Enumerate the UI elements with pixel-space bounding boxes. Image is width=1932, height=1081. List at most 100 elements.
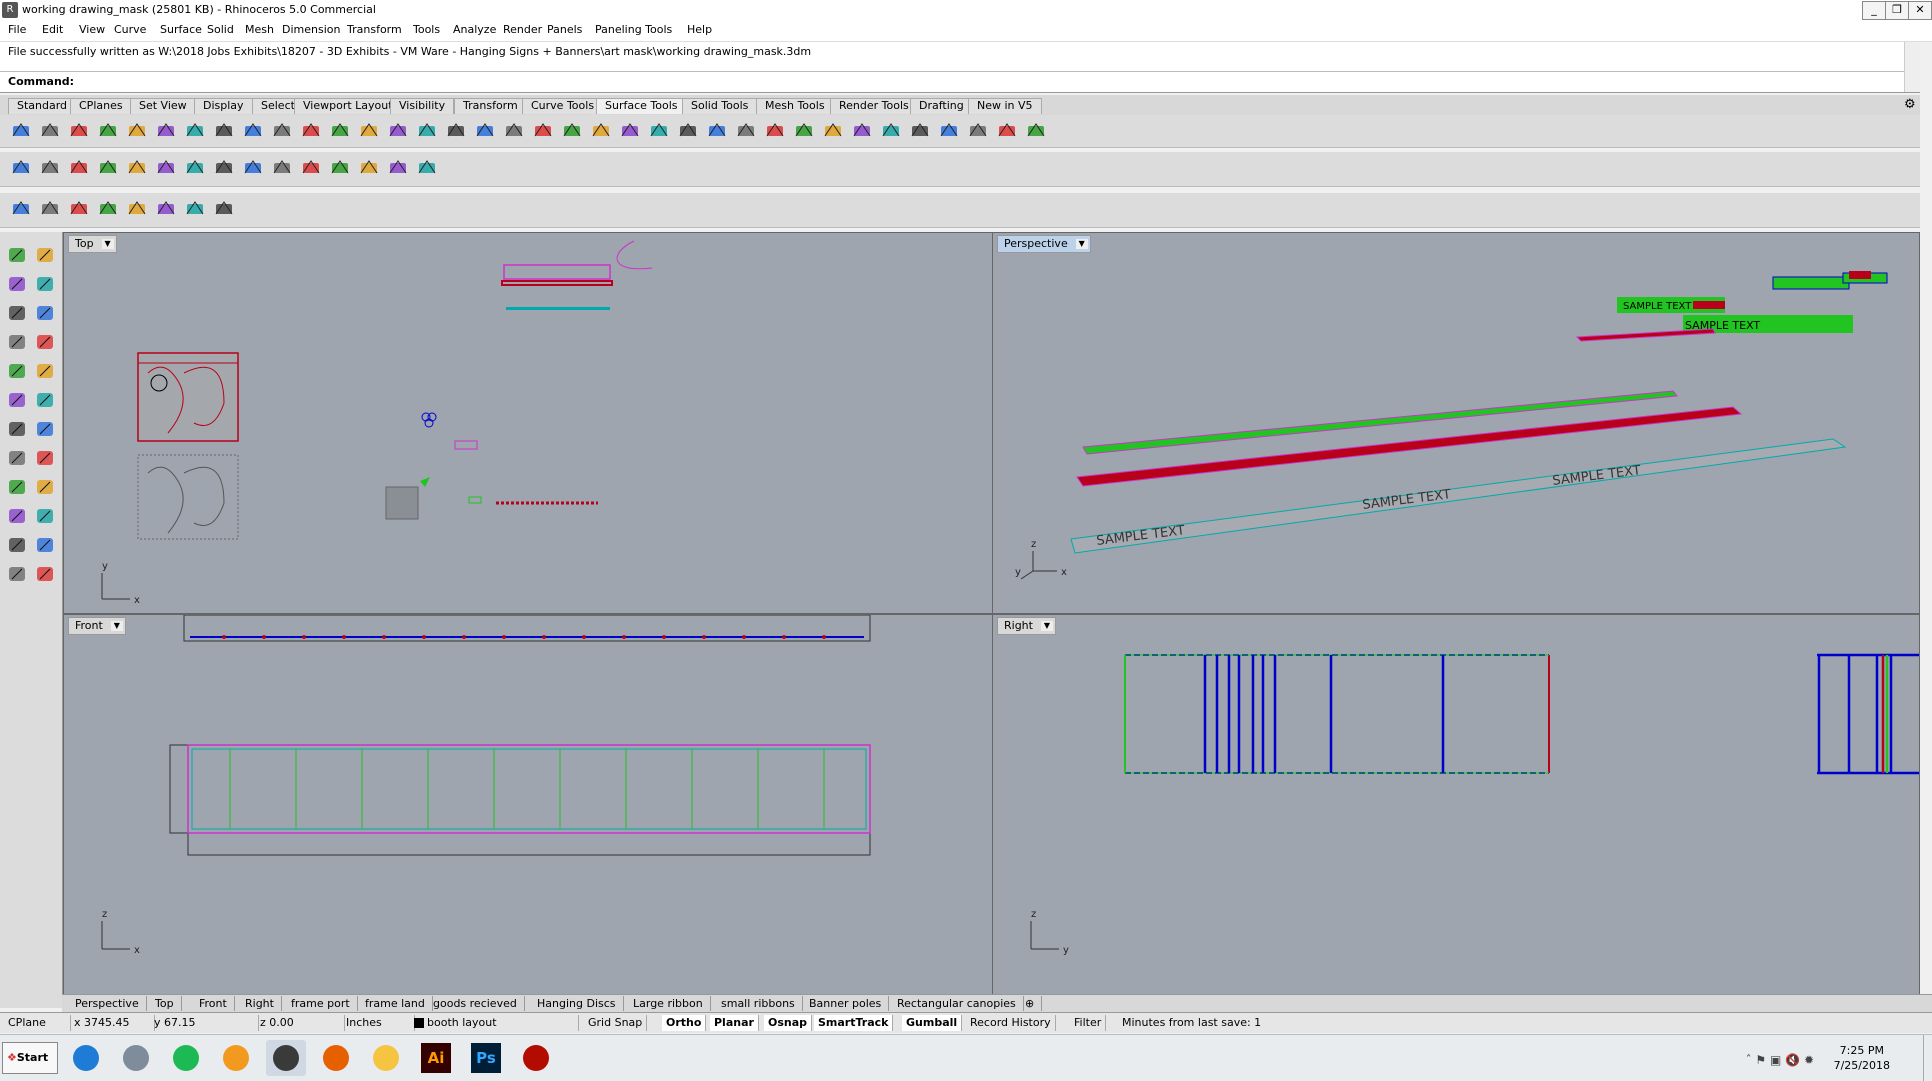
viewport-tab-top[interactable]: Top [148,996,182,1011]
surface-icon[interactable] [10,198,32,220]
toggle-grid-snap[interactable]: Grid Snap [584,1015,648,1031]
cylinder-icon[interactable] [6,447,28,469]
join-icon[interactable] [358,157,380,179]
patch-icon[interactable] [155,157,177,179]
split-icon[interactable] [329,120,351,142]
viewport-front[interactable]: Front ▼ z x [63,614,993,996]
viewport-tab-front[interactable]: Front [192,996,235,1011]
viewport-tab-rectangular-canopies[interactable]: Rectangular canopies [890,996,1024,1011]
settings-gear-icon[interactable]: ⚙ [1904,97,1916,112]
rectangle-icon[interactable] [6,360,28,382]
surface-icon[interactable] [590,120,612,142]
tab-viewport-layout[interactable]: Viewport Layout [294,98,402,114]
sweep-icon[interactable] [68,157,90,179]
arc-icon[interactable] [34,302,56,324]
tab-transform[interactable]: Transform [454,98,527,114]
viewport-perspective[interactable]: Perspective ▼ SAMPLE TEXT SAMPLE TEXT SA… [992,232,1920,614]
blend-icon[interactable] [213,120,235,142]
fillet-icon[interactable] [34,476,56,498]
menu-mesh[interactable]: Mesh [245,23,274,36]
network-icon[interactable] [184,198,206,220]
minimize-button[interactable]: _ [1862,1,1886,20]
toggle-planar[interactable]: Planar [710,1015,759,1031]
spotify-icon[interactable] [166,1040,206,1076]
match-icon[interactable] [445,120,467,142]
sweep-icon[interactable] [68,198,90,220]
sweep-icon[interactable] [648,120,670,142]
tab-surface-tools[interactable]: Surface Tools [596,98,687,114]
render-icon[interactable] [34,563,56,585]
array-icon[interactable] [6,563,28,585]
tab-display[interactable]: Display [194,98,253,114]
network-icon[interactable] [184,120,206,142]
cplane-indicator[interactable]: CPlane [4,1015,71,1031]
menu-edit[interactable]: Edit [42,23,63,36]
tab-curve-tools[interactable]: Curve Tools [522,98,604,114]
toggle-ortho[interactable]: Ortho [662,1015,707,1031]
menu-render[interactable]: Render [503,23,542,36]
rebuild-icon[interactable] [996,120,1018,142]
match-icon[interactable] [1025,120,1047,142]
split-icon[interactable] [329,157,351,179]
menu-tools[interactable]: Tools [413,23,440,36]
revolve-icon[interactable] [97,198,119,220]
cone-icon[interactable] [34,447,56,469]
explode-icon[interactable] [387,157,409,179]
viewport-tab-frame-land[interactable]: frame land [358,996,433,1011]
box-icon[interactable] [6,418,28,440]
toggle-record-history[interactable]: Record History [966,1015,1056,1031]
offset-icon[interactable] [822,120,844,142]
loft-icon[interactable] [39,120,61,142]
boolean-icon[interactable] [6,476,28,498]
line-icon[interactable] [6,273,28,295]
calculator-icon[interactable] [116,1040,156,1076]
file-explorer-icon[interactable] [366,1040,406,1076]
edge-icon[interactable] [532,120,554,142]
patch-icon[interactable] [735,120,757,142]
viewport-tab-frame-port[interactable]: frame port [284,996,358,1011]
chevron-up-icon[interactable]: ˆ [1746,1053,1752,1067]
extrude-icon[interactable] [126,157,148,179]
revolve-icon[interactable] [677,120,699,142]
viewport-tab-add[interactable]: ⊕ [1018,996,1043,1011]
rhino-app-icon[interactable]: R [2,2,18,18]
join-icon[interactable] [938,120,960,142]
fillet-icon[interactable] [271,120,293,142]
polygon-icon[interactable] [34,360,56,382]
menu-transform[interactable]: Transform [347,23,402,36]
acrobat-icon[interactable] [516,1040,556,1076]
menu-paneling-tools[interactable]: Paneling Tools [595,23,672,36]
offset-icon[interactable] [242,157,264,179]
split-icon[interactable] [909,120,931,142]
analyze-icon[interactable] [561,120,583,142]
toggle-gumball[interactable]: Gumball [902,1015,963,1031]
close-button[interactable]: ✕ [1908,1,1932,20]
viewport-tab-hanging-discs[interactable]: Hanging Discs [530,996,624,1011]
volume-muted-icon[interactable]: 🔇 [1785,1053,1800,1067]
outlook-icon[interactable] [216,1040,256,1076]
shrink-icon[interactable] [503,120,525,142]
tab-set-view[interactable]: Set View [130,98,196,114]
trim-icon[interactable] [300,157,322,179]
tab-solid-tools[interactable]: Solid Tools [682,98,758,114]
tab-cplanes[interactable]: CPlanes [70,98,132,114]
blend-icon[interactable] [213,157,235,179]
trim-icon[interactable] [880,120,902,142]
tab-new-in-v5[interactable]: New in V5 [968,98,1042,114]
dropbox-icon[interactable]: ✹ [1804,1053,1814,1067]
rebuild-icon[interactable] [416,157,438,179]
surface-icon[interactable] [10,157,32,179]
untrim-icon[interactable] [474,120,496,142]
explode-icon[interactable] [967,120,989,142]
move-icon[interactable] [6,505,28,527]
rotate-icon[interactable] [34,505,56,527]
blend-icon[interactable] [213,198,235,220]
flag-icon[interactable]: ⚑ [1755,1053,1766,1067]
tab-standard[interactable]: Standard [8,98,77,114]
menu-dimension[interactable]: Dimension [282,23,340,36]
menu-analyze[interactable]: Analyze [453,23,496,36]
sphere-icon[interactable] [34,418,56,440]
show-desktop-button[interactable] [1923,1035,1932,1081]
toggle-osnap[interactable]: Osnap [764,1015,813,1031]
rebuild-icon[interactable] [416,120,438,142]
